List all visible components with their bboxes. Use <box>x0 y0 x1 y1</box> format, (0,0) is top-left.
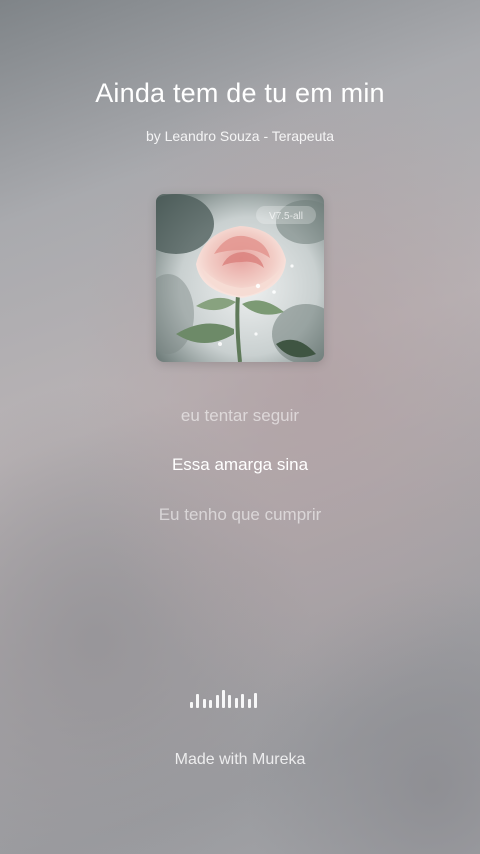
wave-bar <box>215 695 219 708</box>
song-artist: by Leandro Souza - Terapeuta <box>145 128 335 144</box>
wave-bar <box>221 690 225 708</box>
wave-bar <box>209 700 213 708</box>
audio-wave-icon <box>190 690 290 708</box>
wave-bar <box>234 698 238 708</box>
cover-watermark: V7.5-all <box>269 211 303 222</box>
wave-bar <box>196 694 200 708</box>
song-title: Ainda tem de tu em min <box>95 78 385 108</box>
rose-artwork-icon: V7.5-all <box>156 194 324 362</box>
wave-bar <box>228 695 232 708</box>
lyric-current-line: Essa amarga sina <box>171 455 309 474</box>
lyric-previous-line: eu tentar seguir <box>180 406 300 425</box>
wave-bar <box>241 694 245 708</box>
wave-bar <box>247 699 251 708</box>
player-screen: Ainda tem de tu em min by Leandro Souza … <box>0 0 480 854</box>
made-with-credit: Made with Mureka <box>174 751 306 768</box>
wave-bar <box>202 699 206 708</box>
wave-bar <box>190 702 193 708</box>
album-cover: V7.5-all <box>156 194 324 362</box>
lyric-next-line: Eu tenho que cumprir <box>158 505 322 524</box>
wave-bar <box>253 693 257 708</box>
